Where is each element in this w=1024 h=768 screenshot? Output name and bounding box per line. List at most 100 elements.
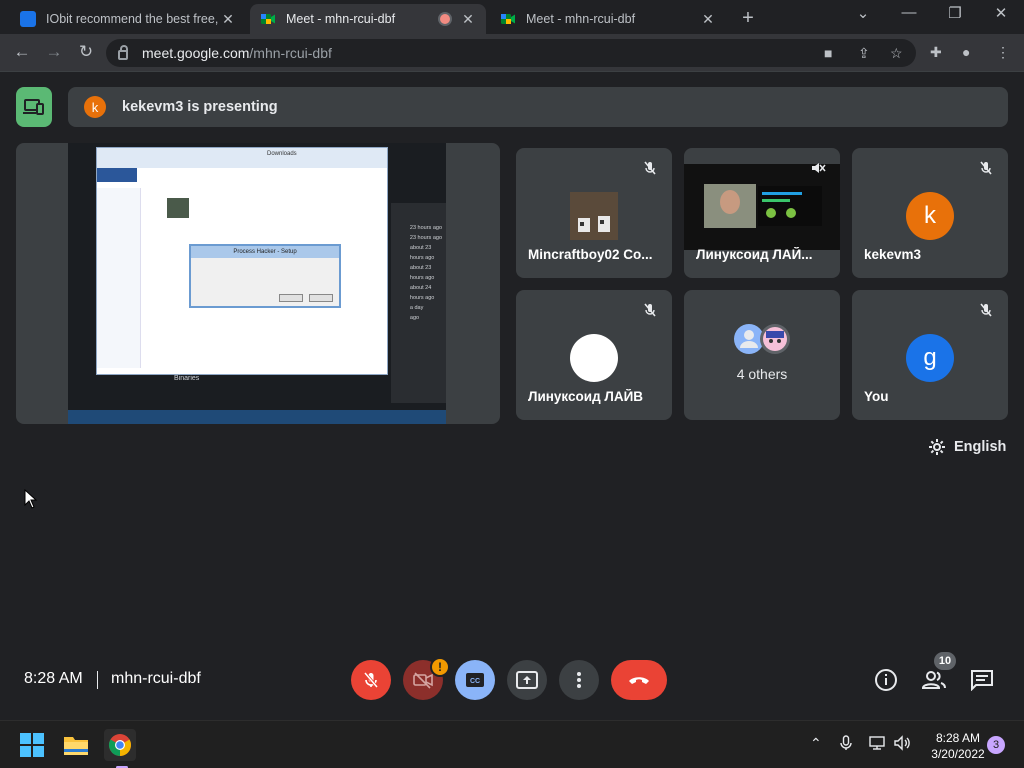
new-tab-icon[interactable]: + [736, 7, 760, 30]
url-path: /mhn-rcui-dbf [249, 45, 332, 61]
network-tray-icon[interactable] [868, 735, 886, 754]
camera-in-use-icon[interactable]: ■ [824, 45, 832, 61]
participant-avatar [570, 334, 618, 382]
iobit-favicon-icon [20, 11, 36, 27]
windows-taskbar: ⌃ 8:28 AM 3/20/2022 3 [0, 720, 1024, 768]
mic-muted-icon [640, 158, 660, 178]
restore-icon[interactable]: ❐ [940, 4, 970, 22]
setup-dialog: Process Hacker - Setup [189, 244, 341, 308]
bookmark-star-icon[interactable]: ☆ [890, 45, 903, 62]
meeting-clock: 8:28 AM [24, 670, 83, 687]
participant-name: kekevm3 [864, 247, 922, 262]
svg-text:CC: CC [470, 678, 480, 685]
captions-language-label: English [954, 439, 1007, 455]
captions-language-selector[interactable]: English [928, 438, 1006, 456]
chat-button[interactable] [968, 666, 996, 694]
back-icon[interactable]: ← [10, 42, 34, 62]
closed-captions-icon: CC [466, 673, 484, 687]
url-host: meet.google.com [142, 45, 250, 61]
explorer-window: Downloads Process Hacker - Setup [96, 147, 388, 375]
close-window-icon[interactable]: ✕ [986, 4, 1016, 22]
tab-meet-active[interactable]: Meet - mhn-rcui-dbf ✕ [250, 4, 486, 34]
microphone-tray-icon[interactable] [840, 735, 852, 754]
system-clock[interactable]: 8:28 AM 3/20/2022 [924, 730, 992, 762]
mic-muted-icon [976, 300, 996, 320]
self-avatar: g [906, 334, 954, 382]
extensions-puzzle-icon[interactable]: ✚ [930, 44, 942, 61]
file-explorer-icon[interactable] [60, 729, 92, 761]
forward-icon[interactable]: → [42, 42, 66, 62]
participant-name: Линуксоид ЛАЙ... [696, 247, 813, 262]
reload-icon[interactable]: ↻ [74, 42, 98, 62]
presentation-toggle-button[interactable] [16, 87, 52, 127]
tab-label: Meet - mhn-rcui-dbf [526, 12, 636, 26]
participant-tile[interactable]: k kekevm3 [852, 148, 1008, 278]
meeting-code: mhn-rcui-dbf [111, 670, 201, 687]
leave-call-button[interactable] [611, 660, 667, 700]
chat-icon [971, 670, 993, 691]
address-bar[interactable]: meet.google.com/mhn-rcui-dbf ■ ⇪ ☆ [106, 39, 916, 67]
participant-photo-avatar [570, 192, 618, 240]
commit-times-column: 23 hours ago 23 hours ago about 23 hours… [409, 225, 442, 321]
presentation-stage[interactable]: 23 hours ago 23 hours ago about 23 hours… [16, 143, 500, 424]
show-hidden-icons-chevron-icon[interactable]: ⌃ [810, 735, 822, 752]
participant-tile[interactable]: Линуксоид ЛАЙВ [516, 290, 672, 420]
gear-icon [929, 439, 945, 455]
others-avatars-icon [734, 324, 790, 354]
system-date: 3/20/2022 [931, 747, 985, 761]
explorer-title: Downloads [97, 148, 387, 168]
minimize-icon[interactable]: — [894, 4, 924, 21]
participant-name: Mincraftboy02 Co... [528, 247, 653, 262]
divider [97, 671, 98, 689]
close-tab-icon[interactable]: ✕ [460, 11, 476, 28]
tab-meet-2[interactable]: Meet - mhn-rcui-dbf ✕ [490, 4, 726, 34]
profile-icon[interactable]: ● [962, 44, 970, 60]
lock-icon[interactable] [118, 45, 128, 60]
captions-toggle-button[interactable]: CC [455, 660, 495, 700]
close-tab-icon[interactable]: ✕ [220, 11, 236, 28]
others-count-label: 4 others [736, 366, 788, 382]
shared-screen-capture: 23 hours ago 23 hours ago about 23 hours… [68, 143, 446, 424]
participant-tile[interactable]: Mincraftboy02 Co... [516, 148, 672, 278]
others-tile[interactable]: 4 others [684, 290, 840, 420]
volume-tray-icon[interactable] [894, 735, 912, 754]
presenting-banner: k kekevm3 is presenting [68, 87, 1008, 127]
self-tile[interactable]: g You [852, 290, 1008, 420]
end-call-icon [629, 677, 649, 684]
tab-label: Meet - mhn-rcui-dbf [286, 12, 396, 26]
browser-menu-icon[interactable]: ⋮ [996, 44, 1010, 61]
camera-off-icon [413, 672, 433, 689]
laptop-presenting-icon [23, 99, 44, 115]
presenting-text: kekevm3 is presenting [122, 99, 278, 115]
people-button[interactable] [920, 666, 948, 694]
chrome-taskbar-icon[interactable] [104, 729, 136, 761]
notification-count-badge[interactable]: 3 [987, 736, 1005, 754]
participant-avatar: k [906, 192, 954, 240]
more-options-button[interactable] [559, 660, 599, 700]
tab-label: IObit recommend the best free, [46, 12, 219, 26]
mic-off-icon [363, 672, 379, 688]
people-icon [921, 671, 946, 689]
present-now-button[interactable] [507, 660, 547, 700]
mic-toggle-button[interactable] [351, 660, 391, 700]
meet-favicon-icon [501, 14, 515, 24]
speaker-muted-icon [808, 158, 828, 178]
share-icon[interactable]: ⇪ [858, 45, 870, 62]
tab-search-chevron-icon[interactable]: ⌄ [848, 4, 878, 22]
mic-muted-icon [976, 158, 996, 178]
participant-name: Линуксоид ЛАЙВ [528, 389, 644, 404]
participant-name: You [864, 389, 889, 404]
browser-tab-strip: IObit recommend the best free, ✕ Meet - … [0, 0, 1024, 34]
close-tab-icon[interactable]: ✕ [700, 11, 716, 28]
mouse-cursor-icon [24, 489, 38, 509]
info-icon [875, 669, 897, 691]
participant-tile[interactable]: Линуксоид ЛАЙ... [684, 148, 840, 278]
file-icon [167, 198, 189, 218]
camera-alert-badge[interactable]: ! [430, 657, 450, 677]
tab-iobit[interactable]: IObit recommend the best free, ✕ [10, 4, 246, 34]
meeting-details-button[interactable] [872, 666, 900, 694]
windows-start-icon[interactable] [16, 729, 48, 761]
presenter-avatar: k [84, 96, 106, 118]
people-count-badge: 10 [934, 652, 956, 670]
explorer-ribbon [97, 168, 137, 182]
